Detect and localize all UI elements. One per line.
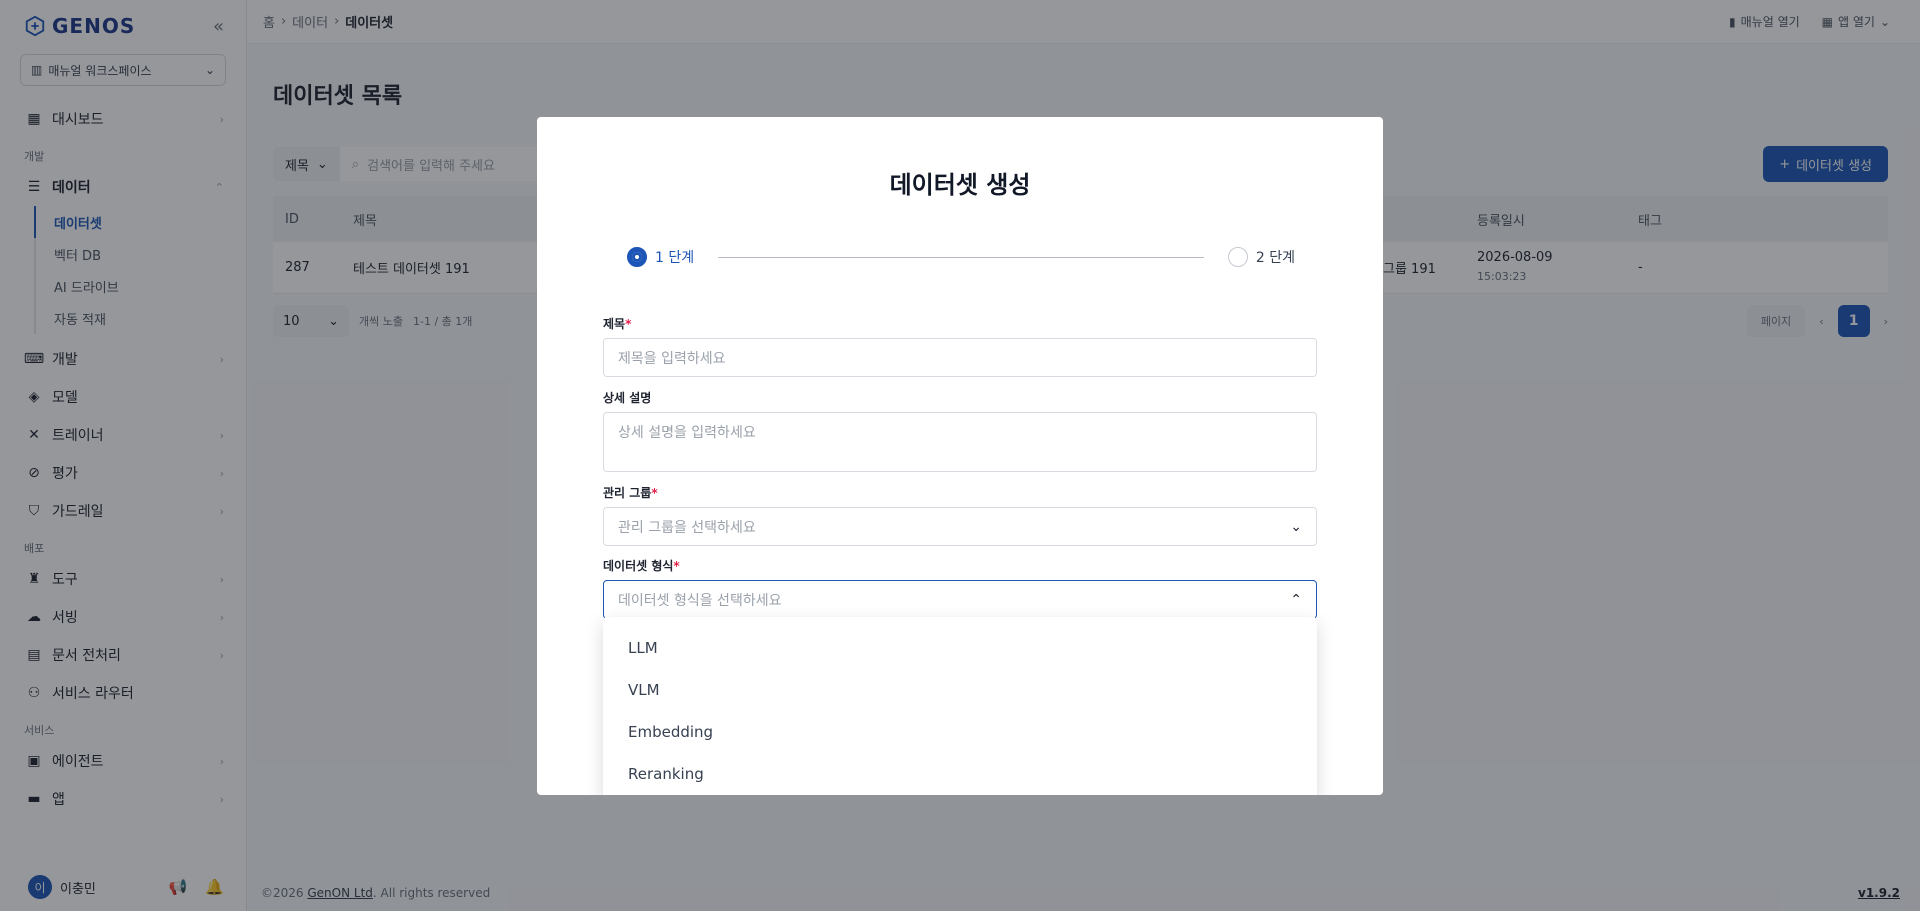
title-placeholder: 제목을 입력하세요 bbox=[618, 350, 726, 367]
description-placeholder: 상세 설명을 입력하세요 bbox=[618, 425, 756, 441]
description-field-group: 상세 설명 상세 설명을 입력하세요 bbox=[603, 389, 1317, 472]
description-textarea[interactable]: 상세 설명을 입력하세요 bbox=[603, 412, 1317, 472]
chevron-down-icon: ⌄ bbox=[1290, 518, 1302, 535]
required-mark: * bbox=[673, 559, 680, 573]
radio-empty-icon bbox=[1227, 247, 1248, 267]
create-dataset-modal: 데이터셋 생성 1 단계 2 단계 제목* 제목을 입력하세요 상세 설명 상세… bbox=[537, 117, 1383, 795]
description-label: 상세 설명 bbox=[603, 391, 652, 405]
stepper: 1 단계 2 단계 bbox=[627, 245, 1295, 269]
step-2-label: 2 단계 bbox=[1255, 250, 1295, 266]
required-mark: * bbox=[625, 317, 632, 331]
format-dropdown: LLM VLM Embedding Reranking bbox=[603, 617, 1317, 795]
option-llm[interactable]: LLM bbox=[603, 627, 1317, 669]
format-placeholder: 데이터셋 형식을 선택하세요 bbox=[618, 592, 782, 609]
format-label: 데이터셋 형식 bbox=[603, 559, 674, 573]
step-connector bbox=[718, 256, 1204, 258]
title-label: 제목 bbox=[603, 317, 626, 331]
step-1-label: 1 단계 bbox=[655, 250, 695, 266]
group-field-group: 관리 그룹* 관리 그룹을 선택하세요 ⌄ bbox=[603, 484, 1317, 546]
step-1[interactable]: 1 단계 bbox=[627, 247, 694, 267]
option-reranking[interactable]: Reranking bbox=[603, 753, 1317, 795]
chevron-up-icon: ⌃ bbox=[1290, 591, 1302, 608]
option-vlm[interactable]: VLM bbox=[603, 669, 1317, 711]
radio-selected-icon bbox=[627, 247, 647, 267]
format-field-group: 데이터셋 형식* 데이터셋 형식을 선택하세요 ⌃ bbox=[603, 557, 1317, 619]
group-placeholder: 관리 그룹을 선택하세요 bbox=[618, 519, 756, 536]
step-2[interactable]: 2 단계 bbox=[1227, 247, 1295, 267]
option-embedding[interactable]: Embedding bbox=[603, 711, 1317, 753]
format-select[interactable]: 데이터셋 형식을 선택하세요 ⌃ bbox=[603, 580, 1317, 619]
required-mark: * bbox=[651, 486, 658, 500]
title-field-group: 제목* 제목을 입력하세요 bbox=[603, 315, 1317, 377]
modal-title: 데이터셋 생성 bbox=[889, 171, 1031, 199]
group-label: 관리 그룹 bbox=[603, 486, 652, 500]
group-select[interactable]: 관리 그룹을 선택하세요 ⌄ bbox=[603, 507, 1317, 546]
title-input[interactable]: 제목을 입력하세요 bbox=[603, 338, 1317, 377]
